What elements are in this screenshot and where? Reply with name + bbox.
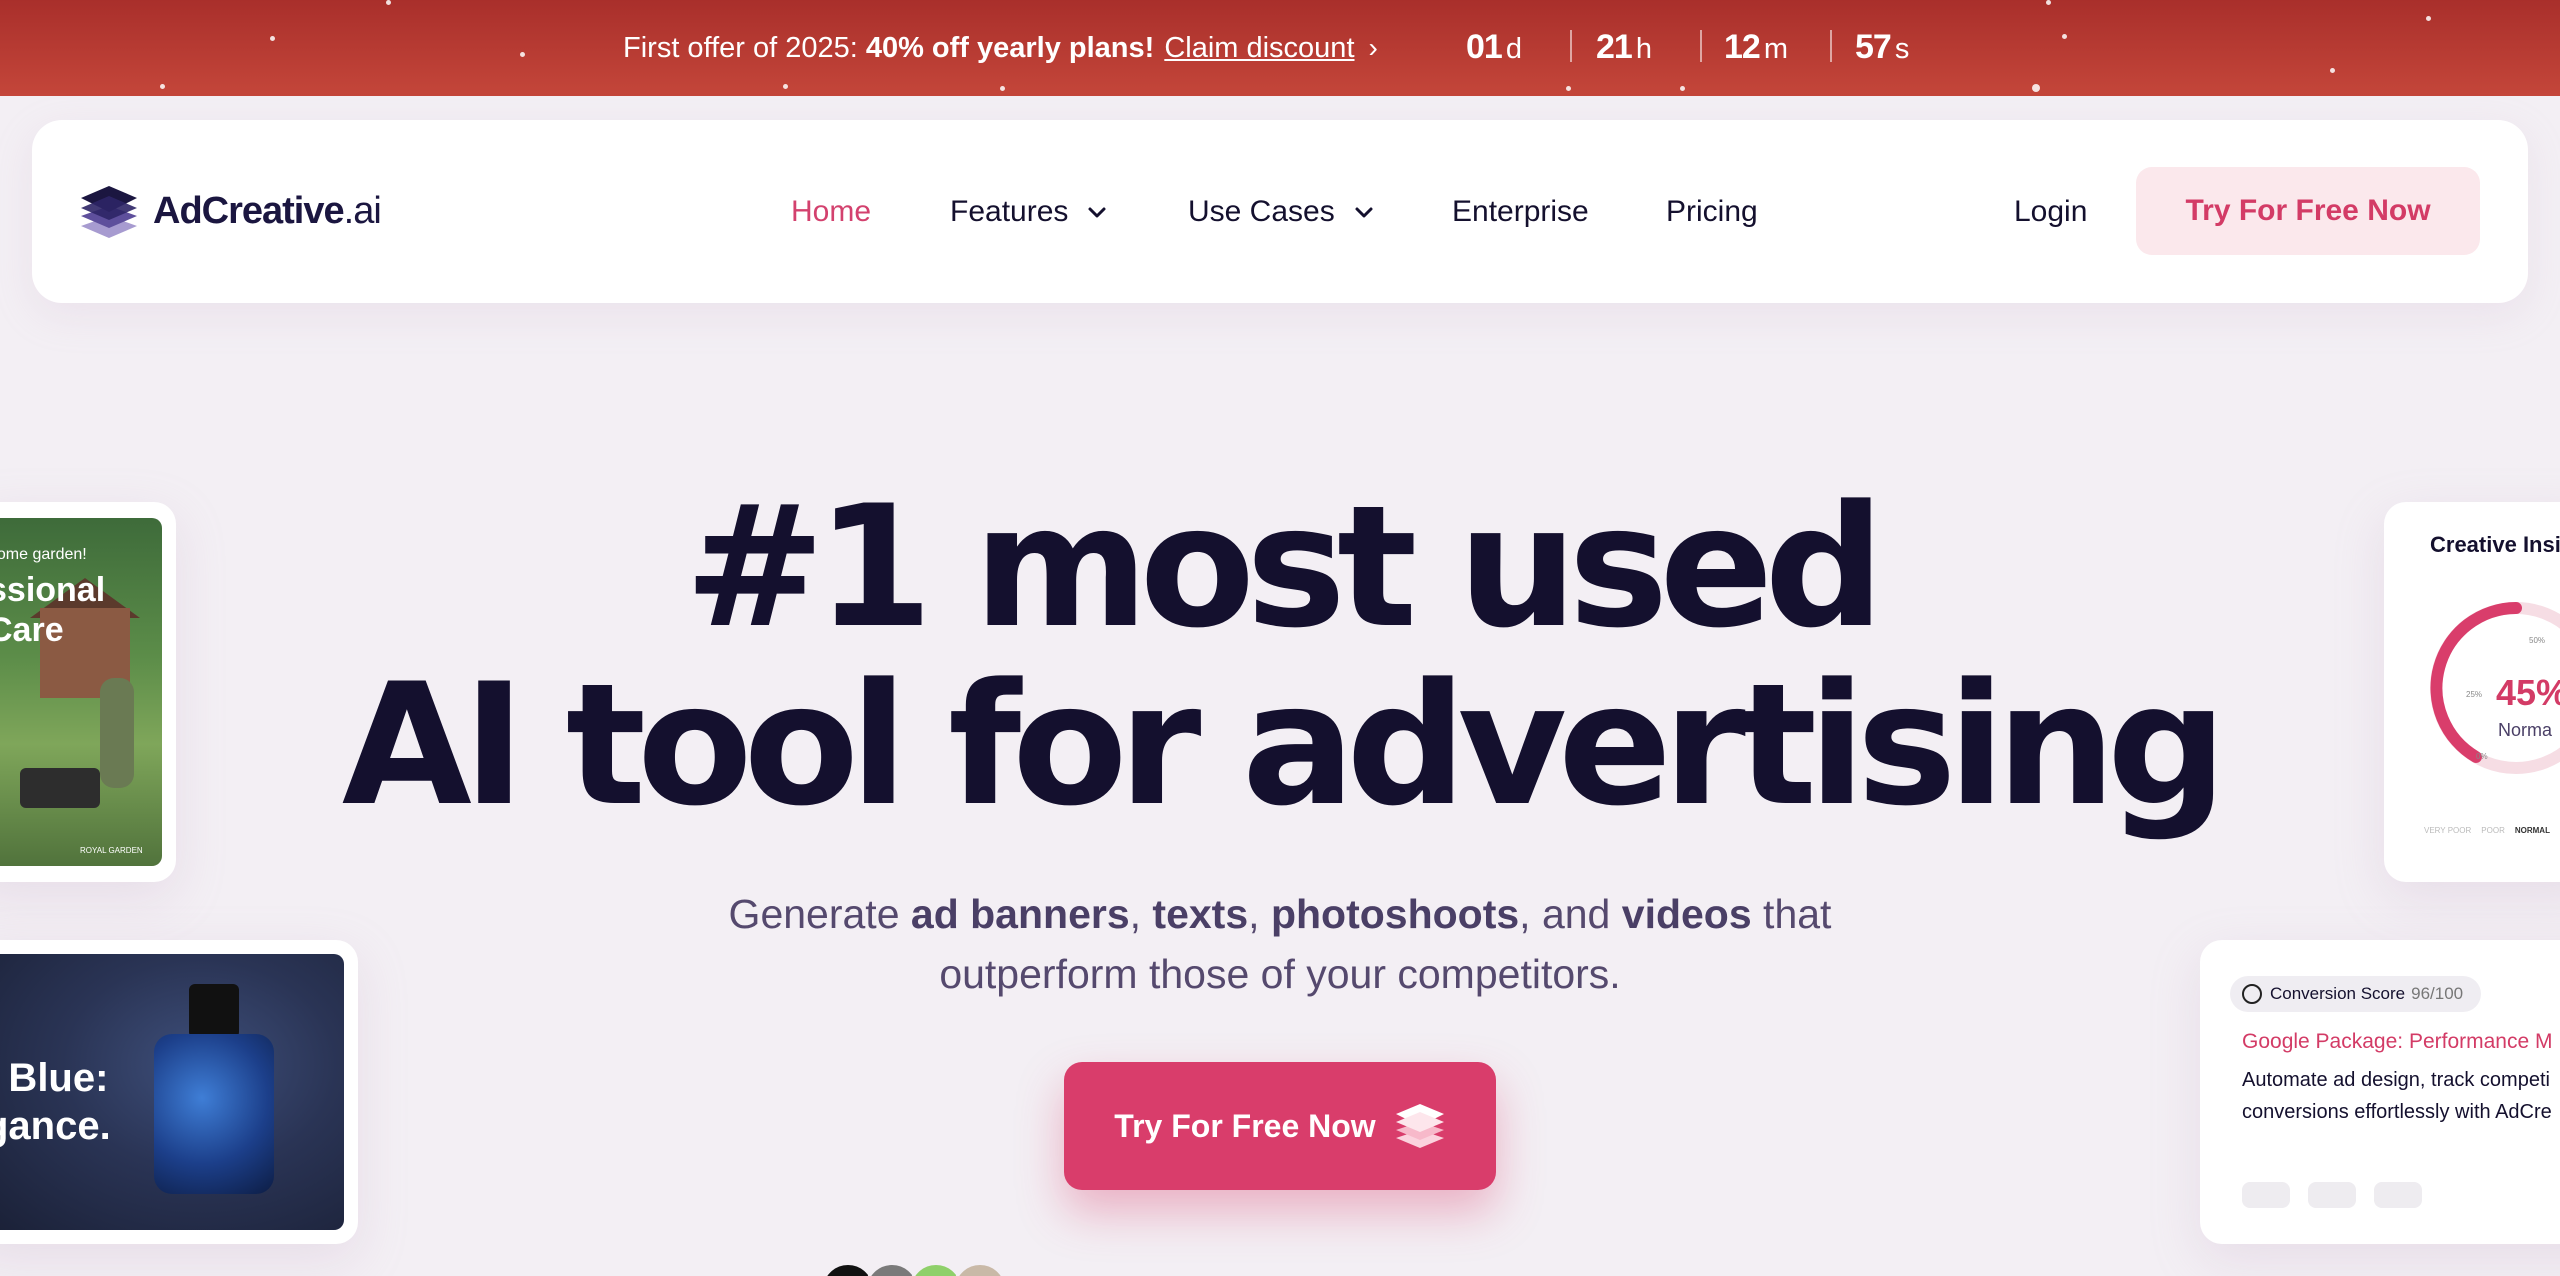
conversion-card-body-line2: conversions effortlessly with AdCre	[2242, 1101, 2552, 1123]
countdown-divider	[1830, 30, 1832, 62]
sparkle-dot	[1566, 86, 1571, 91]
placeholder-chip	[2374, 1182, 2422, 1208]
user-avatars	[820, 1262, 1008, 1276]
sparkle-dot	[783, 84, 788, 89]
sparkle-dot	[386, 0, 391, 5]
brand-logo[interactable]: AdCreative.ai	[79, 182, 382, 240]
countdown-minutes-unit: m	[1763, 33, 1788, 65]
perfume-ad-headline: t Blue: gance.	[0, 1054, 111, 1150]
sparkle-dot	[2062, 34, 2067, 39]
sparkle-dot	[2032, 84, 2040, 92]
countdown-hours-unit: h	[1635, 33, 1652, 65]
login-link[interactable]: Login	[2014, 192, 2087, 232]
hero-subtitle-line2: outperform those of your competitors.	[939, 951, 1621, 997]
nav-features[interactable]: Features	[950, 192, 1108, 232]
countdown-hours: 21 h	[1596, 28, 1652, 68]
countdown-minutes-value: 12	[1724, 28, 1761, 66]
brand-name: AdCreative	[153, 189, 345, 232]
sparkle-dot	[520, 52, 525, 57]
countdown-days-unit: d	[1505, 33, 1522, 65]
nav-use-cases-label: Use Cases	[1188, 195, 1335, 228]
hero-subtitle: Generate ad banners, texts, photoshoots,…	[0, 884, 2560, 1004]
sparkle-dot	[2046, 0, 2051, 5]
hero-title-line2: AI tool for advertising	[341, 647, 2227, 843]
nav-pricing[interactable]: Pricing	[1666, 192, 1758, 232]
conversion-card-body: Automate ad design, track competi conver…	[2242, 1064, 2552, 1128]
countdown-days: 01 d	[1466, 28, 1522, 68]
perfume-ad-headline-line2: gance.	[0, 1104, 111, 1148]
sparkle-dot	[1680, 86, 1685, 91]
countdown-seconds-unit: s	[1894, 33, 1910, 65]
nav-enterprise-label: Enterprise	[1452, 195, 1589, 228]
conversion-card-chips	[2242, 1182, 2422, 1208]
sparkle-dot	[1000, 86, 1005, 91]
chevron-down-icon	[1355, 207, 1373, 218]
hero-subtitle-text: ,	[1248, 891, 1271, 937]
stacked-layers-logo-icon	[81, 186, 137, 238]
nav-home[interactable]: Home	[791, 192, 871, 232]
chevron-down-icon	[1088, 207, 1106, 218]
perfume-bottle-shape	[154, 1034, 274, 1194]
nav-use-cases[interactable]: Use Cases	[1188, 192, 1375, 232]
placeholder-chip	[2242, 1182, 2290, 1208]
nav-features-label: Features	[950, 195, 1069, 228]
countdown-divider	[1700, 30, 1702, 62]
nav-pricing-label: Pricing	[1666, 195, 1758, 228]
garden-ad-brand: ROYAL GARDEN	[80, 846, 143, 855]
hero-subtitle-text: ,	[1129, 891, 1153, 937]
try-for-free-hero-button[interactable]: Try For Free Now	[1064, 1062, 1496, 1190]
hero-subtitle-ad-banners: ad banners	[910, 891, 1130, 937]
promo-highlight: 40% off yearly plans!	[865, 31, 1155, 64]
chevron-right-icon[interactable]: ›	[1369, 32, 1378, 64]
main-navbar: AdCreative.ai Home Features Use Cases En…	[32, 120, 2528, 303]
hero-subtitle-photoshoots: photoshoots	[1270, 891, 1520, 937]
hero-subtitle-videos: videos	[1621, 891, 1752, 937]
hero-title: #1 most used AI tool for advertising	[0, 478, 2560, 834]
hero-cta-label: Try For Free Now	[1114, 1107, 1376, 1144]
sparkle-dot	[160, 84, 165, 89]
hero-subtitle-text: , and	[1519, 891, 1622, 937]
claim-discount-link[interactable]: Claim discount	[1164, 32, 1354, 65]
promo-message: First offer of 2025: 40% off yearly plan…	[623, 30, 1378, 66]
countdown-days-value: 01	[1466, 28, 1503, 66]
countdown-seconds: 57 s	[1855, 28, 1909, 68]
promo-lead: First offer of 2025:	[623, 31, 858, 64]
perfume-ad-headline-line1: t Blue:	[0, 1056, 109, 1100]
countdown-hours-value: 21	[1596, 28, 1633, 66]
hero-subtitle-text: that	[1751, 891, 1832, 937]
conversion-card-body-line1: Automate ad design, track competi	[2242, 1069, 2550, 1091]
hero-subtitle-texts: texts	[1152, 891, 1249, 937]
avatar	[952, 1262, 1008, 1276]
placeholder-chip	[2308, 1182, 2356, 1208]
sparkle-dot	[2330, 68, 2335, 73]
sparkle-dot	[270, 36, 275, 41]
brand-wordmark: AdCreative.ai	[153, 189, 382, 233]
promo-banner: First offer of 2025: 40% off yearly plan…	[0, 0, 2560, 96]
countdown-minutes: 12 m	[1724, 28, 1788, 68]
nav-enterprise[interactable]: Enterprise	[1452, 192, 1589, 232]
countdown-seconds-value: 57	[1855, 28, 1892, 66]
sparkle-dot	[2426, 16, 2431, 21]
try-for-free-nav-button[interactable]: Try For Free Now	[2136, 167, 2480, 255]
conversion-card-title: Google Package: Performance M	[2242, 1030, 2553, 1053]
hero-subtitle-text: Generate	[728, 891, 911, 937]
hero-title-line1: #1 most used	[684, 469, 1884, 665]
brand-suffix: .ai	[343, 189, 382, 232]
countdown-divider	[1570, 30, 1572, 62]
nav-home-label: Home	[791, 195, 872, 228]
stacked-layers-icon	[1395, 1104, 1444, 1148]
